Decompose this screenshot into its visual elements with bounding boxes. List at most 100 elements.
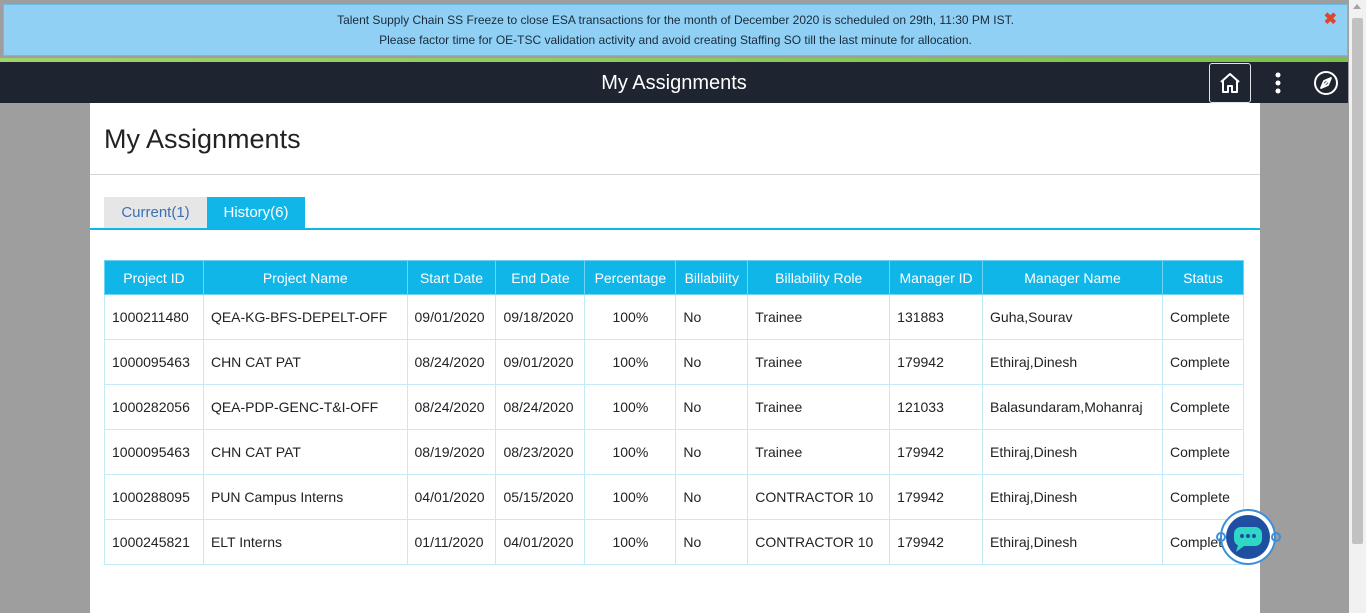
table-row: 1000245821 ELT Interns 01/11/2020 04/01/…	[104, 519, 1245, 565]
compass-icon	[1314, 71, 1338, 95]
cell-project-name: QEA-PDP-GENC-T&I-OFF	[202, 384, 408, 430]
title-divider	[90, 174, 1260, 175]
cell-project-id: 1000095463	[104, 339, 204, 385]
cell-billability: No	[675, 429, 749, 475]
cell-percentage: 100%	[584, 294, 677, 340]
cell-manager-name: Ethiraj,Dinesh	[982, 429, 1163, 475]
column-header-manager-id[interactable]: Manager ID	[889, 260, 984, 295]
cell-status: Complete	[1161, 339, 1245, 385]
cell-billability-role: Trainee	[747, 339, 891, 385]
cell-start-date: 01/11/2020	[406, 519, 497, 565]
cell-billability-role: Trainee	[747, 384, 891, 430]
assignment-tabs: Current(1) History(6)	[104, 197, 305, 228]
cell-percentage: 100%	[584, 519, 677, 565]
cell-percentage: 100%	[584, 384, 677, 430]
cell-manager-id: 179942	[889, 519, 984, 565]
cell-project-name: CHN CAT PAT	[202, 339, 408, 385]
top-navigation-bar: My Assignments	[0, 62, 1348, 103]
tab-underline	[90, 228, 1260, 230]
cell-end-date: 09/01/2020	[495, 339, 586, 385]
cell-project-id: 1000095463	[104, 429, 204, 475]
column-header-billability[interactable]: Billability	[675, 260, 749, 295]
cell-project-name: PUN Campus Interns	[202, 474, 408, 520]
cell-billability-role: Trainee	[747, 429, 891, 475]
cell-billability-role: CONTRACTOR 10	[747, 474, 891, 520]
cell-billability: No	[675, 294, 749, 340]
cell-end-date: 08/24/2020	[495, 384, 586, 430]
cell-manager-name: Balasundaram,Mohanraj	[982, 384, 1163, 430]
announcement-banner: Talent Supply Chain SS Freeze to close E…	[3, 4, 1348, 56]
chatbot-icon	[1216, 509, 1281, 565]
cell-manager-name: Ethiraj,Dinesh	[982, 474, 1163, 520]
cell-manager-id: 121033	[889, 384, 984, 430]
chatbot-button[interactable]	[1216, 508, 1282, 566]
cell-billability: No	[675, 384, 749, 430]
cell-status: Complete	[1161, 429, 1245, 475]
assignments-table: Project ID Project Name Start Date End D…	[104, 260, 1245, 565]
navigator-button[interactable]	[1308, 65, 1344, 101]
cell-project-name: CHN CAT PAT	[202, 429, 408, 475]
column-header-start-date[interactable]: Start Date	[406, 260, 497, 295]
cell-manager-id: 179942	[889, 429, 984, 475]
main-content: My Assignments Current(1) History(6) Pro…	[90, 103, 1260, 613]
cell-start-date: 08/24/2020	[406, 339, 497, 385]
cell-start-date: 04/01/2020	[406, 474, 497, 520]
cell-billability: No	[675, 339, 749, 385]
cell-end-date: 08/23/2020	[495, 429, 586, 475]
cell-start-date: 08/19/2020	[406, 429, 497, 475]
cell-billability-role: Trainee	[747, 294, 891, 340]
page-title: My Assignments	[104, 124, 301, 154]
cell-status: Complete	[1161, 384, 1245, 430]
cell-billability-role: CONTRACTOR 10	[747, 519, 891, 565]
vertical-scrollbar[interactable]	[1349, 0, 1366, 613]
cell-manager-id: 179942	[889, 339, 984, 385]
cell-project-name: QEA-KG-BFS-DEPELT-OFF	[202, 294, 408, 340]
column-header-manager-name[interactable]: Manager Name	[982, 260, 1163, 295]
cell-end-date: 05/15/2020	[495, 474, 586, 520]
scroll-up-arrow-icon[interactable]	[1353, 4, 1361, 9]
table-row: 1000282056 QEA-PDP-GENC-T&I-OFF 08/24/20…	[104, 384, 1245, 430]
table-header-row: Project ID Project Name Start Date End D…	[104, 260, 1245, 295]
column-header-project-name[interactable]: Project Name	[202, 260, 408, 295]
cell-project-id: 1000288095	[104, 474, 204, 520]
tab-history[interactable]: History(6)	[207, 197, 305, 228]
cell-percentage: 100%	[584, 339, 677, 385]
more-vertical-icon	[1275, 72, 1281, 94]
column-header-percentage[interactable]: Percentage	[584, 260, 677, 295]
home-button[interactable]	[1209, 63, 1251, 103]
column-header-end-date[interactable]: End Date	[495, 260, 586, 295]
more-options-button[interactable]	[1264, 65, 1292, 101]
cell-manager-name: Guha,Sourav	[982, 294, 1163, 340]
table-row: 1000211480 QEA-KG-BFS-DEPELT-OFF 09/01/2…	[104, 294, 1245, 340]
cell-percentage: 100%	[584, 474, 677, 520]
column-header-project-id[interactable]: Project ID	[104, 260, 204, 295]
cell-status: Complete	[1161, 294, 1245, 340]
cell-billability: No	[675, 519, 749, 565]
cell-end-date: 04/01/2020	[495, 519, 586, 565]
cell-start-date: 08/24/2020	[406, 384, 497, 430]
column-header-status[interactable]: Status	[1161, 260, 1245, 295]
table-row: 1000095463 CHN CAT PAT 08/24/2020 09/01/…	[104, 339, 1245, 385]
cell-manager-id: 179942	[889, 474, 984, 520]
cell-manager-name: Ethiraj,Dinesh	[982, 519, 1163, 565]
cell-billability: No	[675, 474, 749, 520]
banner-line-2: Please factor time for OE-TSC validation…	[379, 33, 972, 47]
cell-project-id: 1000211480	[104, 294, 204, 340]
tab-current[interactable]: Current(1)	[104, 197, 207, 228]
cell-percentage: 100%	[584, 429, 677, 475]
cell-end-date: 09/18/2020	[495, 294, 586, 340]
column-header-billability-role[interactable]: Billability Role	[747, 260, 891, 295]
cell-manager-id: 131883	[889, 294, 984, 340]
banner-line-1: Talent Supply Chain SS Freeze to close E…	[337, 13, 1014, 27]
home-icon	[1220, 73, 1240, 93]
table-row: 1000095463 CHN CAT PAT 08/19/2020 08/23/…	[104, 429, 1245, 475]
cell-project-name: ELT Interns	[202, 519, 408, 565]
cell-project-id: 1000282056	[104, 384, 204, 430]
topbar-title: My Assignments	[601, 72, 747, 94]
scrollbar-thumb[interactable]	[1352, 18, 1363, 544]
close-icon[interactable]: ✖	[1324, 9, 1337, 29]
table-row: 1000288095 PUN Campus Interns 04/01/2020…	[104, 474, 1245, 520]
cell-project-id: 1000245821	[104, 519, 204, 565]
cell-manager-name: Ethiraj,Dinesh	[982, 339, 1163, 385]
cell-start-date: 09/01/2020	[406, 294, 497, 340]
